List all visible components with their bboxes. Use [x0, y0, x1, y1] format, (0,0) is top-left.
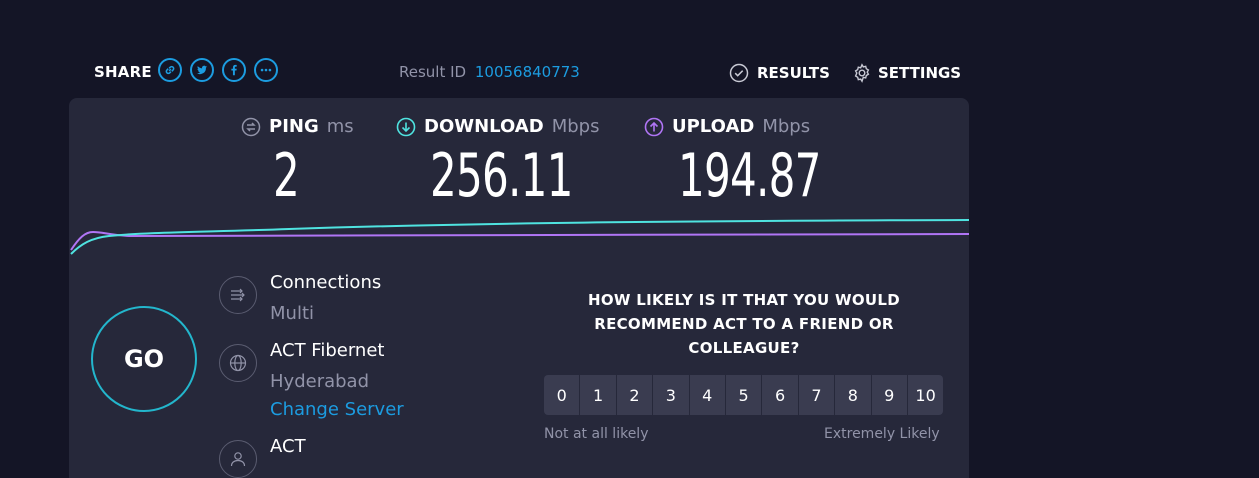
rating-option-0[interactable]: 0 [544, 375, 580, 415]
provider-info: ACT [219, 436, 306, 478]
rating-option-9[interactable]: 9 [871, 375, 907, 415]
change-server-link[interactable]: Change Server [270, 399, 404, 421]
ping-value: 2 [273, 141, 300, 211]
download-graph-line [70, 219, 969, 255]
upload-icon [644, 117, 664, 136]
rating-option-2[interactable]: 2 [616, 375, 653, 415]
facebook-icon[interactable] [222, 58, 246, 82]
speed-graph [70, 219, 969, 255]
result-id-value[interactable]: 10056840773 [475, 63, 580, 81]
twitter-icon[interactable] [190, 58, 214, 82]
ping-unit: ms [326, 116, 354, 137]
rating-option-6[interactable]: 6 [762, 375, 798, 415]
rating-option-3[interactable]: 3 [653, 375, 689, 415]
upload-value: 194.87 [678, 141, 821, 211]
results-button[interactable]: RESULTS [729, 63, 830, 83]
result-id-label: Result ID [399, 63, 467, 81]
survey-question: HOW LIKELY IS IT THAT YOU WOULD RECOMMEN… [588, 291, 900, 357]
rating-option-7[interactable]: 7 [798, 375, 835, 415]
upload-unit: Mbps [762, 116, 811, 137]
ping-label: PING [269, 116, 319, 137]
download-label: DOWNLOAD [424, 116, 544, 137]
results-label: RESULTS [757, 64, 830, 82]
results-panel: PING ms 2 DOWNLOAD Mbps 256.11 UPLOAD Mb… [69, 98, 969, 478]
rating-option-1[interactable]: 1 [580, 375, 616, 415]
server-name: ACT Fibernet [270, 340, 385, 361]
share-label: SHARE [94, 63, 152, 81]
scale-high-label: Extremely Likely [824, 426, 940, 442]
header-bar: SHARE Result ID 10056840773 RESULTS SETT… [0, 0, 1259, 98]
rating-scale: 0 1 2 3 4 5 6 7 8 9 10 [544, 375, 944, 415]
rating-option-8[interactable]: 8 [835, 375, 871, 415]
check-circle-icon [729, 63, 749, 83]
upload-metric: UPLOAD Mbps 194.87 [644, 116, 861, 211]
gear-icon [854, 63, 870, 83]
server-location: Hyderabad [270, 371, 369, 392]
link-icon[interactable] [158, 58, 182, 82]
server-info: ACT Fibernet Hyderabad Change Server [219, 340, 404, 421]
download-value: 256.11 [430, 141, 573, 211]
connections-value: Multi [270, 303, 314, 324]
download-metric: DOWNLOAD Mbps 256.11 [396, 116, 613, 211]
globe-icon [219, 344, 257, 382]
download-unit: Mbps [551, 116, 600, 137]
connections-title: Connections [270, 272, 382, 293]
rating-option-4[interactable]: 4 [689, 375, 725, 415]
go-button[interactable]: GO [91, 306, 197, 412]
more-icon[interactable] [254, 58, 278, 82]
connections-icon [219, 276, 257, 314]
connections-info: Connections Multi [219, 272, 381, 325]
ping-metric: PING ms 2 [241, 116, 354, 211]
share-icons [158, 58, 278, 82]
upload-label: UPLOAD [672, 116, 755, 137]
upload-graph-line [70, 230, 969, 251]
rating-option-10[interactable]: 10 [907, 375, 944, 415]
user-icon [219, 440, 257, 478]
scale-low-label: Not at all likely [544, 426, 649, 442]
settings-label: SETTINGS [878, 64, 962, 82]
settings-button[interactable]: SETTINGS [852, 63, 961, 83]
result-id: Result ID 10056840773 [399, 63, 580, 81]
provider-name: ACT [270, 436, 306, 457]
rating-option-5[interactable]: 5 [725, 375, 762, 415]
download-icon [396, 117, 416, 136]
ping-icon [241, 117, 261, 136]
